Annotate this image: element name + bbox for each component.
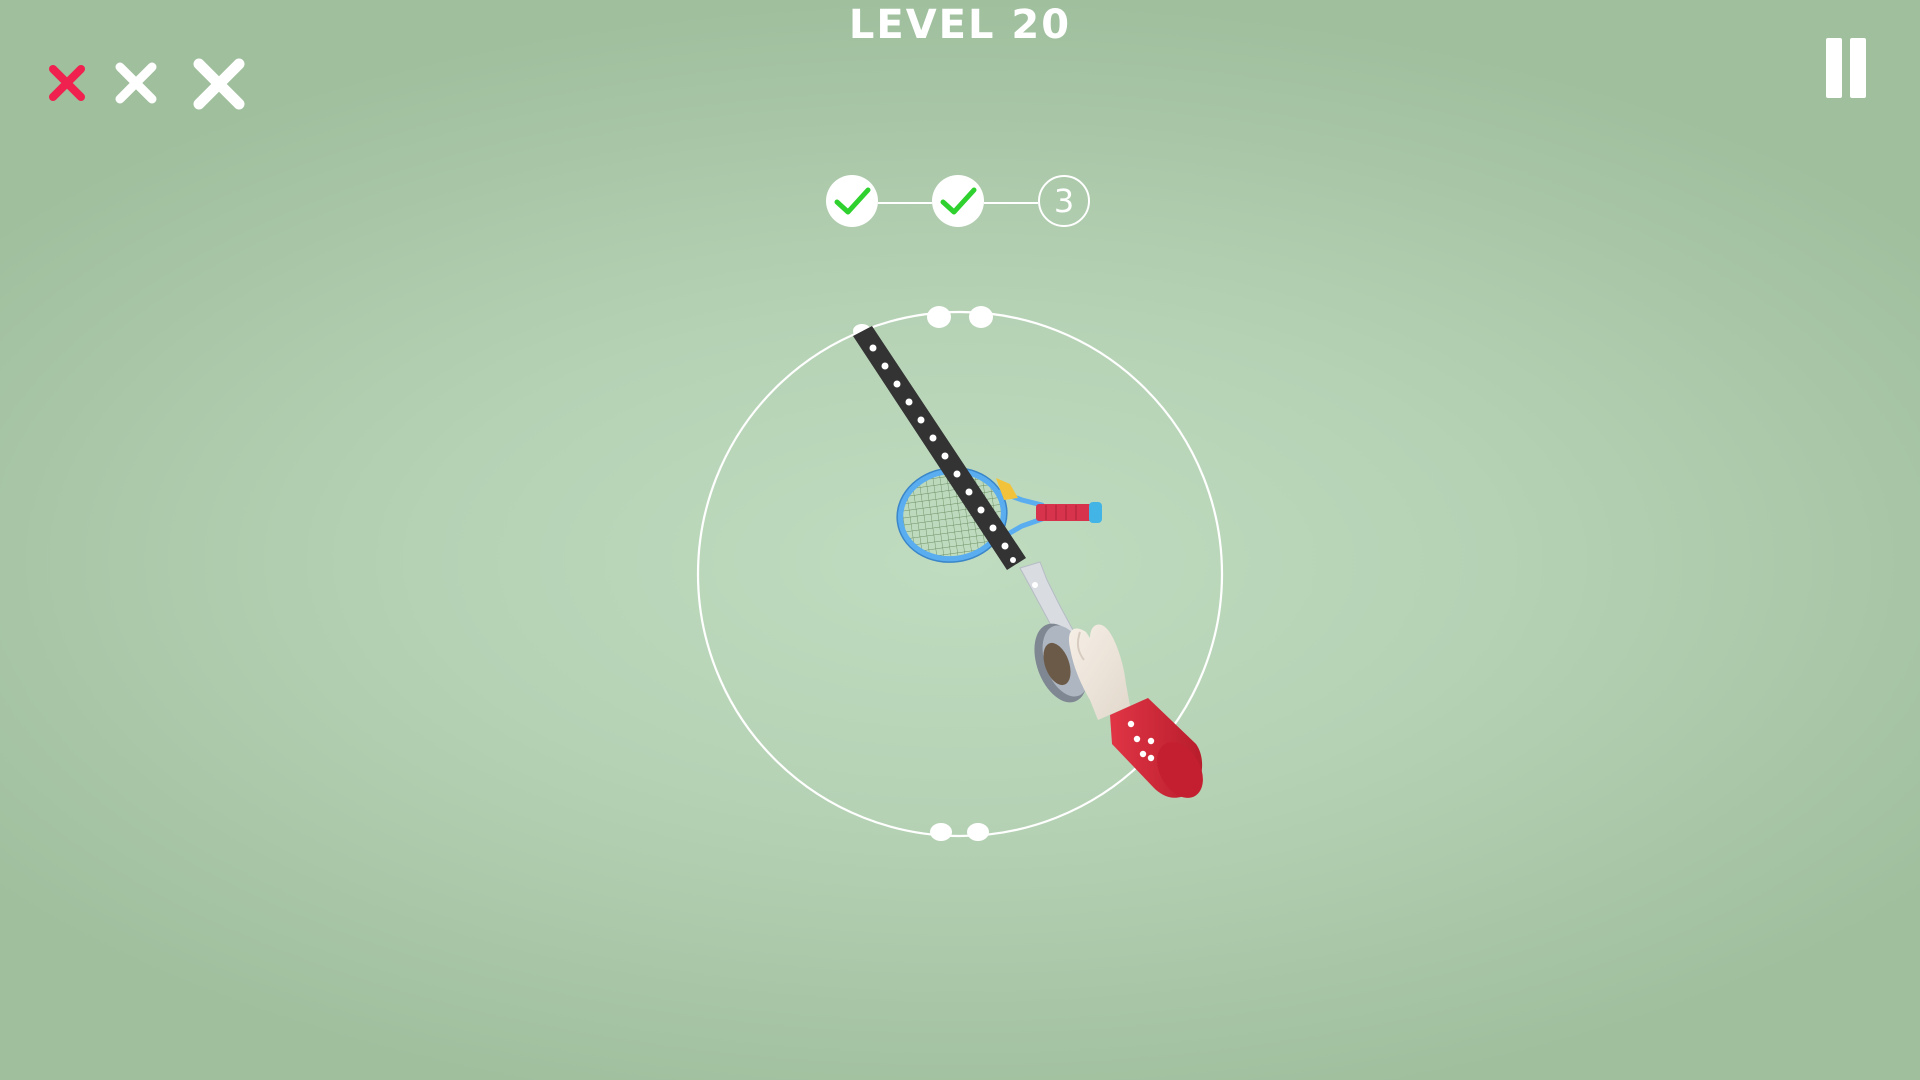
player-sleeve [1110, 698, 1203, 798]
player-hand [1068, 624, 1130, 720]
game-scene[interactable] [0, 0, 1920, 1080]
anchor-dots-bottom [930, 823, 989, 841]
